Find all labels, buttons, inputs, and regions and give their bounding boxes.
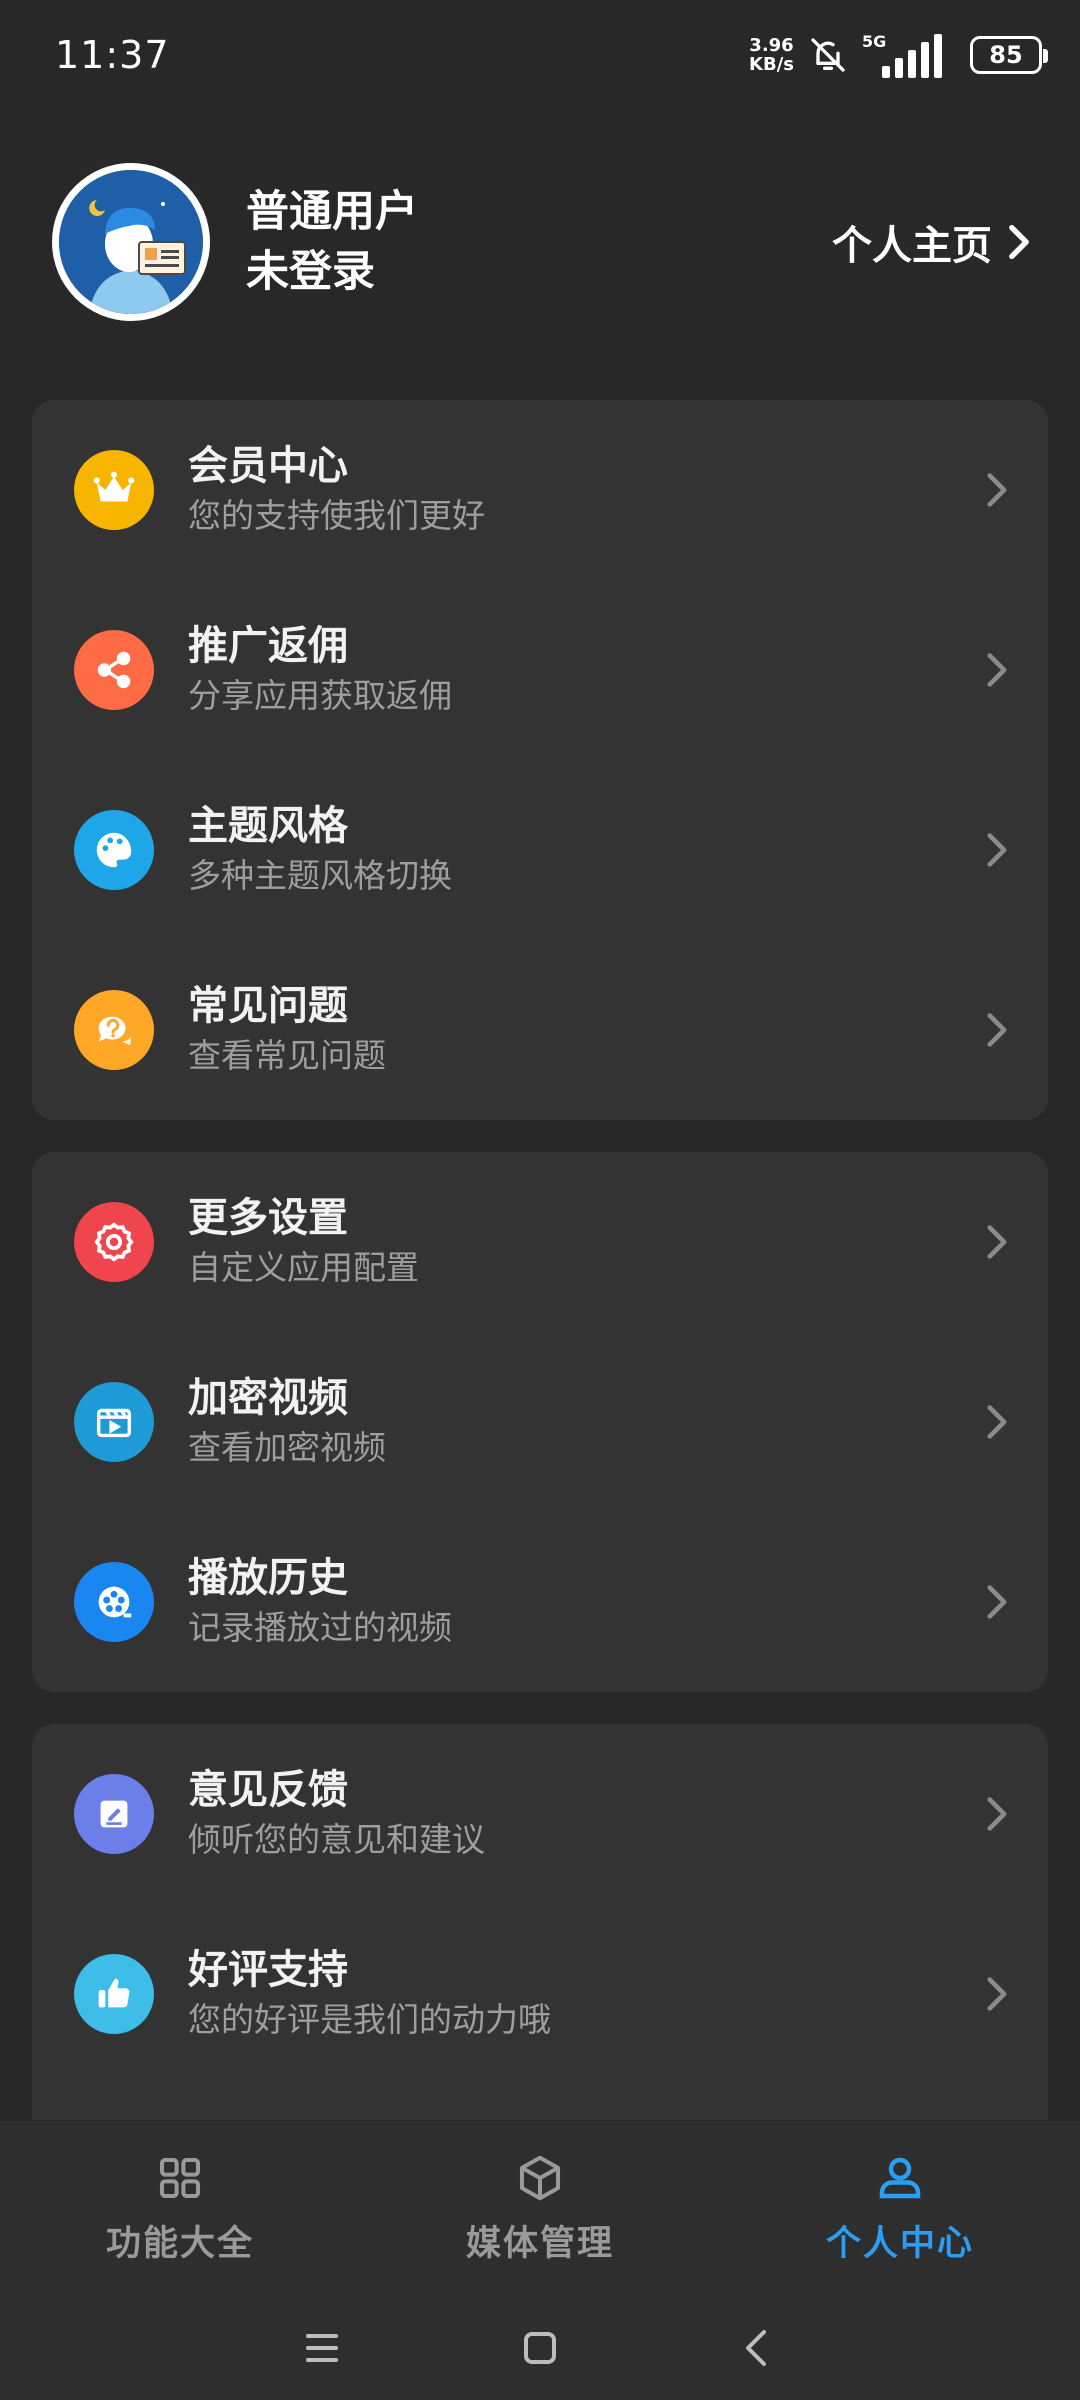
avatar[interactable]: [52, 163, 210, 321]
person-icon: [879, 2157, 921, 2198]
status-bar: 11:37 3.96 KB/s 5G 85: [0, 0, 1080, 110]
tab-media[interactable]: 媒体管理: [360, 2121, 720, 2295]
film-reel-icon: [74, 1562, 154, 1642]
menu-item-subtitle: 您的好评是我们的动力哦: [188, 2000, 551, 2039]
tab-profile[interactable]: 个人中心: [720, 2121, 1080, 2295]
question-chat-icon: [74, 990, 154, 1070]
menu-item-subtitle: 倾听您的意见和建议: [188, 1820, 485, 1859]
menu-group-1: 会员中心 您的支持使我们更好 推广返佣 分享应用获取返佣 主题风格 多种主题风格…: [32, 400, 1048, 1120]
menu-item-title: 意见反馈: [188, 1767, 348, 1813]
menu-item-title: 会员中心: [188, 443, 348, 489]
crown-icon: [74, 450, 154, 530]
net-speed: 3.96 KB/s: [749, 36, 794, 74]
menu-item-referral[interactable]: 推广返佣 分享应用获取返佣: [32, 580, 1048, 760]
menu-item-theme[interactable]: 主题风格 多种主题风格切换: [32, 760, 1048, 940]
menu-item-title: 推广返佣: [188, 623, 348, 669]
back-icon[interactable]: [734, 2324, 782, 2372]
tab-label: 功能大全: [105, 2223, 254, 2264]
battery-level: 85: [989, 41, 1023, 69]
tab-features[interactable]: 功能大全: [0, 2121, 360, 2295]
menu-item-faq[interactable]: 常见问题 查看常见问题: [32, 940, 1048, 1120]
menu-item-subtitle: 记录播放过的视频: [188, 1608, 452, 1647]
chevron-right-icon: [987, 833, 1007, 867]
palette-icon: [74, 810, 154, 890]
tab-label: 媒体管理: [465, 2223, 614, 2264]
avatar-illustration-icon: [59, 170, 203, 314]
menu-item-feedback[interactable]: 意见反馈 倾听您的意见和建议: [32, 1724, 1048, 1904]
chevron-right-icon: [987, 473, 1007, 507]
menu-item-subtitle: 多种主题风格切换: [188, 856, 452, 895]
chevron-right-icon: [987, 653, 1007, 687]
signal-icon: 5G: [862, 32, 942, 78]
profile-text: 普通用户 未登录: [246, 185, 418, 299]
menu-item-subtitle: 查看常见问题: [188, 1036, 386, 1075]
profile-name: 普通用户: [246, 187, 418, 237]
menu-item-settings[interactable]: 更多设置 自定义应用配置: [32, 1152, 1048, 1332]
menu-item-rate-app[interactable]: 好评支持 您的好评是我们的动力哦: [32, 1904, 1048, 2084]
chevron-right-icon: [987, 1797, 1007, 1831]
thumbs-up-icon: [74, 1954, 154, 2034]
menu-item-title: 播放历史: [188, 1555, 348, 1601]
profile-header: 普通用户 未登录 个人主页: [52, 162, 1032, 322]
chevron-right-icon: [1009, 224, 1029, 260]
menu-item-encrypted-video[interactable]: 加密视频 查看加密视频: [32, 1332, 1048, 1512]
video-clapper-icon: [74, 1382, 154, 1462]
status-time: 11:37: [55, 33, 170, 77]
homepage-link-label: 个人主页: [832, 223, 992, 269]
share-icon: [74, 630, 154, 710]
menu-group-3: 意见反馈 倾听您的意见和建议 好评支持 您的好评是我们的动力哦: [32, 1724, 1048, 2144]
menu-item-subtitle: 您的支持使我们更好: [188, 496, 485, 535]
menu-item-title: 主题风格: [188, 803, 348, 849]
gear-icon: [74, 1202, 154, 1282]
network-type: 5G: [862, 32, 887, 51]
edit-note-icon: [74, 1774, 154, 1854]
chevron-right-icon: [987, 1225, 1007, 1259]
status-icons: 3.96 KB/s 5G 85: [749, 32, 1048, 78]
menu-icon[interactable]: [298, 2324, 346, 2372]
battery-icon: 85: [970, 36, 1048, 74]
tab-label: 个人中心: [825, 2223, 974, 2264]
menu-item-subtitle: 查看加密视频: [188, 1428, 386, 1467]
menu-item-subtitle: 分享应用获取返佣: [188, 676, 452, 715]
menu-item-title: 更多设置: [188, 1195, 348, 1241]
menu-item-title: 常见问题: [188, 983, 348, 1029]
menu-item-membership[interactable]: 会员中心 您的支持使我们更好: [32, 400, 1048, 580]
grid-icon: [159, 2157, 201, 2198]
homepage-link[interactable]: 个人主页: [832, 213, 1032, 271]
chevron-right-icon: [987, 1585, 1007, 1619]
bell-muted-icon: [811, 38, 845, 72]
login-status[interactable]: 未登录: [246, 245, 418, 299]
menu-item-title: 好评支持: [188, 1947, 348, 1993]
cube-icon: [519, 2155, 561, 2200]
chevron-right-icon: [987, 1977, 1007, 2011]
chevron-right-icon: [987, 1405, 1007, 1439]
menu-group-2: 更多设置 自定义应用配置 加密视频 查看加密视频 播放历史 记录播放过的视频: [32, 1152, 1048, 1692]
bottom-nav: 功能大全 媒体管理 个人中心: [0, 2120, 1080, 2295]
menu-item-subtitle: 自定义应用配置: [188, 1248, 419, 1287]
home-square-icon[interactable]: [516, 2324, 564, 2372]
menu-item-title: 加密视频: [188, 1375, 348, 1421]
chevron-right-icon: [987, 1013, 1007, 1047]
net-speed-value: 3.96: [749, 35, 794, 56]
system-nav-bar: [0, 2295, 1080, 2400]
menu-item-play-history[interactable]: 播放历史 记录播放过的视频: [32, 1512, 1048, 1692]
net-speed-unit: KB/s: [749, 54, 794, 75]
